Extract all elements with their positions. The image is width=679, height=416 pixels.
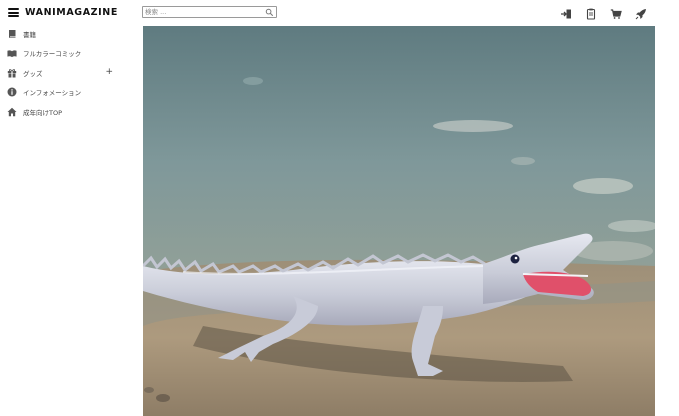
sidebar-item-books[interactable]: 書籍 bbox=[7, 24, 117, 44]
book-icon bbox=[7, 29, 17, 39]
sidebar-item-label: 成年向けTOP bbox=[23, 108, 63, 117]
sidebar-item-label: グッズ bbox=[23, 69, 43, 78]
open-book-icon bbox=[7, 48, 17, 58]
hero-image[interactable] bbox=[143, 26, 655, 416]
search-icon[interactable] bbox=[265, 8, 274, 17]
login-icon[interactable] bbox=[560, 8, 572, 20]
expand-plus-icon[interactable]: + bbox=[105, 67, 113, 77]
alligator-beach-photo bbox=[143, 26, 655, 416]
sidebar-item-label: インフォメーション bbox=[23, 89, 82, 98]
gift-icon bbox=[7, 68, 17, 78]
sidebar-item-label: フルカラーコミック bbox=[23, 50, 82, 59]
header-icons bbox=[560, 8, 660, 20]
document-icon[interactable] bbox=[585, 8, 597, 20]
search-box bbox=[142, 6, 277, 18]
sidebar-item-full-color-comic[interactable]: フルカラーコミック bbox=[7, 44, 117, 64]
sidebar-item-information[interactable]: インフォメーション bbox=[7, 83, 117, 103]
sidebar-item-adult-top[interactable]: 成年向けTOP bbox=[7, 102, 117, 122]
sidebar-item-label: 書籍 bbox=[23, 30, 36, 39]
info-icon bbox=[7, 87, 17, 97]
site-logo[interactable]: WANIMAGAZINE bbox=[25, 7, 118, 18]
search-input[interactable] bbox=[145, 7, 263, 17]
header-brand: WANIMAGAZINE bbox=[8, 7, 118, 18]
sidebar-nav: 書籍 フルカラーコミック グッズ + インフォメーション 成年向けTOP bbox=[7, 24, 117, 122]
cart-icon[interactable] bbox=[610, 8, 622, 20]
sidebar-item-goods[interactable]: グッズ + bbox=[7, 63, 117, 83]
home-icon bbox=[7, 107, 17, 117]
hamburger-menu-icon[interactable] bbox=[8, 8, 19, 17]
rocket-icon[interactable] bbox=[635, 8, 647, 20]
